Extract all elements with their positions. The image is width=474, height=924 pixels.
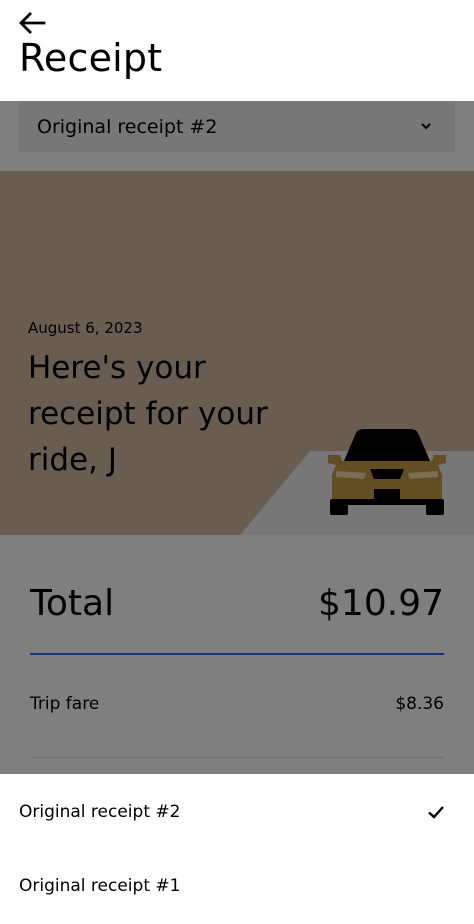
receipt-option-label: Original receipt #2 [19, 802, 181, 822]
receipt-picker-sheet: Original receipt #2 Original receipt #1 [0, 774, 474, 924]
checkmark-icon [428, 806, 444, 819]
back-button[interactable] [14, 8, 50, 38]
receipt-option-2[interactable]: Original receipt #2 [0, 776, 474, 848]
app-header: Receipt [0, 0, 474, 101]
arrow-left-icon [19, 12, 46, 34]
page-title: Receipt [19, 36, 163, 80]
modal-scrim[interactable] [0, 101, 474, 774]
receipt-option-label: Original receipt #1 [19, 876, 181, 896]
receipt-option-1[interactable]: Original receipt #1 [0, 850, 474, 922]
